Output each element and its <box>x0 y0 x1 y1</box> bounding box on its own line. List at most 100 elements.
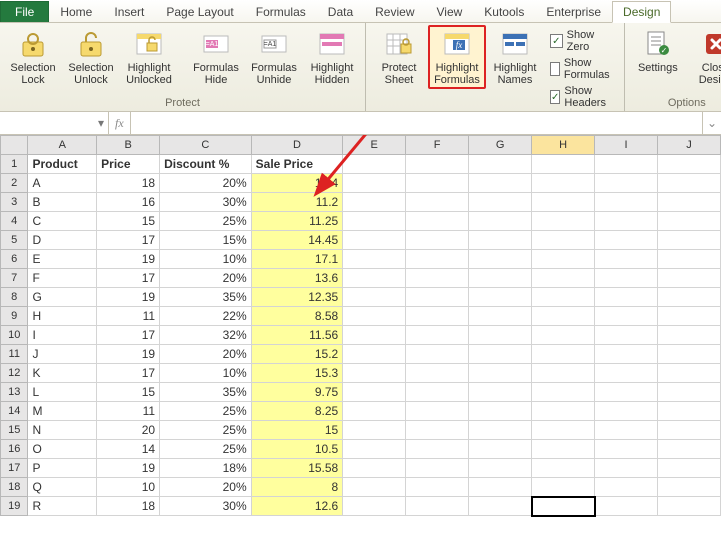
col-header-B[interactable]: B <box>97 136 160 155</box>
cell[interactable] <box>343 402 406 421</box>
cell[interactable]: N <box>28 421 97 440</box>
cell[interactable] <box>595 364 658 383</box>
cell[interactable] <box>595 421 658 440</box>
cell[interactable] <box>406 212 469 231</box>
cell[interactable] <box>469 250 532 269</box>
cell[interactable] <box>657 250 720 269</box>
cell[interactable]: Price <box>97 155 160 174</box>
cell[interactable]: 11.2 <box>251 193 343 212</box>
cell[interactable] <box>343 307 406 326</box>
cell[interactable]: 14 <box>97 440 160 459</box>
cell[interactable]: B <box>28 193 97 212</box>
cell[interactable]: 25% <box>160 402 252 421</box>
cell[interactable]: P <box>28 459 97 478</box>
formulas-hide-button[interactable]: =A1 Formulas Hide <box>187 25 245 89</box>
cell[interactable]: 15.2 <box>251 345 343 364</box>
cell[interactable] <box>595 231 658 250</box>
cell[interactable] <box>657 364 720 383</box>
protect-sheet-button[interactable]: Protect Sheet <box>370 25 428 89</box>
cell[interactable] <box>406 421 469 440</box>
cell[interactable]: Discount % <box>160 155 252 174</box>
cell[interactable]: 17.1 <box>251 250 343 269</box>
cell[interactable]: 12.35 <box>251 288 343 307</box>
cell[interactable] <box>595 459 658 478</box>
cell[interactable]: I <box>28 326 97 345</box>
cell[interactable] <box>469 440 532 459</box>
cell[interactable]: 10 <box>97 478 160 497</box>
cell[interactable] <box>343 250 406 269</box>
cell[interactable]: 35% <box>160 383 252 402</box>
cell[interactable] <box>343 212 406 231</box>
fx-button[interactable]: fx <box>109 112 131 134</box>
cell[interactable] <box>595 478 658 497</box>
cell[interactable] <box>657 326 720 345</box>
cell[interactable] <box>657 440 720 459</box>
cell[interactable] <box>469 155 532 174</box>
row-header[interactable]: 7 <box>1 269 28 288</box>
cell[interactable] <box>343 345 406 364</box>
cell[interactable]: 19 <box>97 250 160 269</box>
cell[interactable] <box>532 231 595 250</box>
cell[interactable]: 11 <box>97 402 160 421</box>
formula-input[interactable] <box>131 112 702 134</box>
cell[interactable]: 17 <box>97 364 160 383</box>
cell[interactable] <box>406 193 469 212</box>
row-header[interactable]: 1 <box>1 155 28 174</box>
formula-bar-expand[interactable]: ⌄ <box>702 112 721 134</box>
row-header[interactable]: 9 <box>1 307 28 326</box>
tab-view[interactable]: View <box>426 1 474 22</box>
tab-data[interactable]: Data <box>317 1 364 22</box>
row-header[interactable]: 2 <box>1 174 28 193</box>
row-header[interactable]: 10 <box>1 326 28 345</box>
cell[interactable]: 30% <box>160 497 252 516</box>
cell[interactable]: R <box>28 497 97 516</box>
tab-enterprise[interactable]: Enterprise <box>535 1 612 22</box>
show-formulas-checkbox[interactable]: Show Formulas <box>550 57 614 81</box>
cell[interactable] <box>532 288 595 307</box>
cell[interactable] <box>406 326 469 345</box>
cell[interactable] <box>469 326 532 345</box>
cell[interactable] <box>532 364 595 383</box>
cell[interactable] <box>532 307 595 326</box>
cell[interactable] <box>532 155 595 174</box>
cell[interactable] <box>657 174 720 193</box>
cell[interactable] <box>469 478 532 497</box>
cell[interactable]: 16 <box>97 193 160 212</box>
cell[interactable]: 14.45 <box>251 231 343 250</box>
cell[interactable] <box>657 155 720 174</box>
row-header[interactable]: 16 <box>1 440 28 459</box>
cell[interactable] <box>343 497 406 516</box>
cell[interactable]: 17 <box>97 326 160 345</box>
cell[interactable] <box>532 326 595 345</box>
cell[interactable] <box>469 307 532 326</box>
cell[interactable] <box>657 288 720 307</box>
cell[interactable] <box>532 421 595 440</box>
cell[interactable]: 19 <box>97 345 160 364</box>
cell[interactable]: L <box>28 383 97 402</box>
cell[interactable]: 17 <box>97 231 160 250</box>
tab-file[interactable]: File <box>0 1 49 22</box>
cell[interactable] <box>469 345 532 364</box>
cell[interactable] <box>657 345 720 364</box>
cell[interactable]: 32% <box>160 326 252 345</box>
cell[interactable]: 9.75 <box>251 383 343 402</box>
cell[interactable]: H <box>28 307 97 326</box>
tab-design[interactable]: Design <box>612 1 671 23</box>
cell[interactable] <box>532 269 595 288</box>
cell[interactable] <box>469 288 532 307</box>
cell[interactable] <box>406 250 469 269</box>
cell[interactable] <box>532 459 595 478</box>
cell[interactable] <box>406 440 469 459</box>
row-header[interactable]: 12 <box>1 364 28 383</box>
col-header-J[interactable]: J <box>657 136 720 155</box>
cell[interactable] <box>469 402 532 421</box>
row-header[interactable]: 3 <box>1 193 28 212</box>
row-header[interactable]: 11 <box>1 345 28 364</box>
cell[interactable] <box>595 402 658 421</box>
tab-page-layout[interactable]: Page Layout <box>155 1 244 22</box>
cell[interactable]: 10.5 <box>251 440 343 459</box>
cell[interactable]: 25% <box>160 440 252 459</box>
cell[interactable]: Sale Price <box>251 155 343 174</box>
cell[interactable] <box>532 440 595 459</box>
cell[interactable] <box>532 174 595 193</box>
